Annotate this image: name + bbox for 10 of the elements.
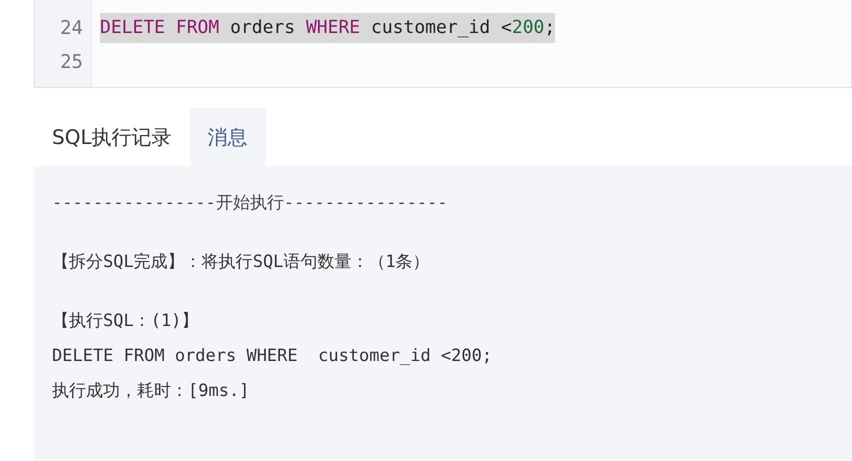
message-line: 【拆分SQL完成】：将执行SQL语句数量：（1条） [52, 251, 431, 274]
tab[interactable]: 消息 [190, 108, 266, 166]
message-line: DELETE FROM orders WHERE customer_id <200; [52, 345, 494, 368]
line-number: 25 [59, 50, 84, 75]
code-editor[interactable]: 24 25 DELETE FROM orders WHERE customer_id <200; [34, 0, 852, 88]
divider-text: ----------------开始执行---------------- [52, 192, 449, 215]
message-line: 【执行SQL：(1)】 [52, 310, 200, 333]
message-line: 执行成功，耗时：[9ms.] [52, 380, 250, 403]
tab[interactable]: SQL执行记录 [34, 108, 190, 166]
line-number: 24 [59, 16, 84, 41]
